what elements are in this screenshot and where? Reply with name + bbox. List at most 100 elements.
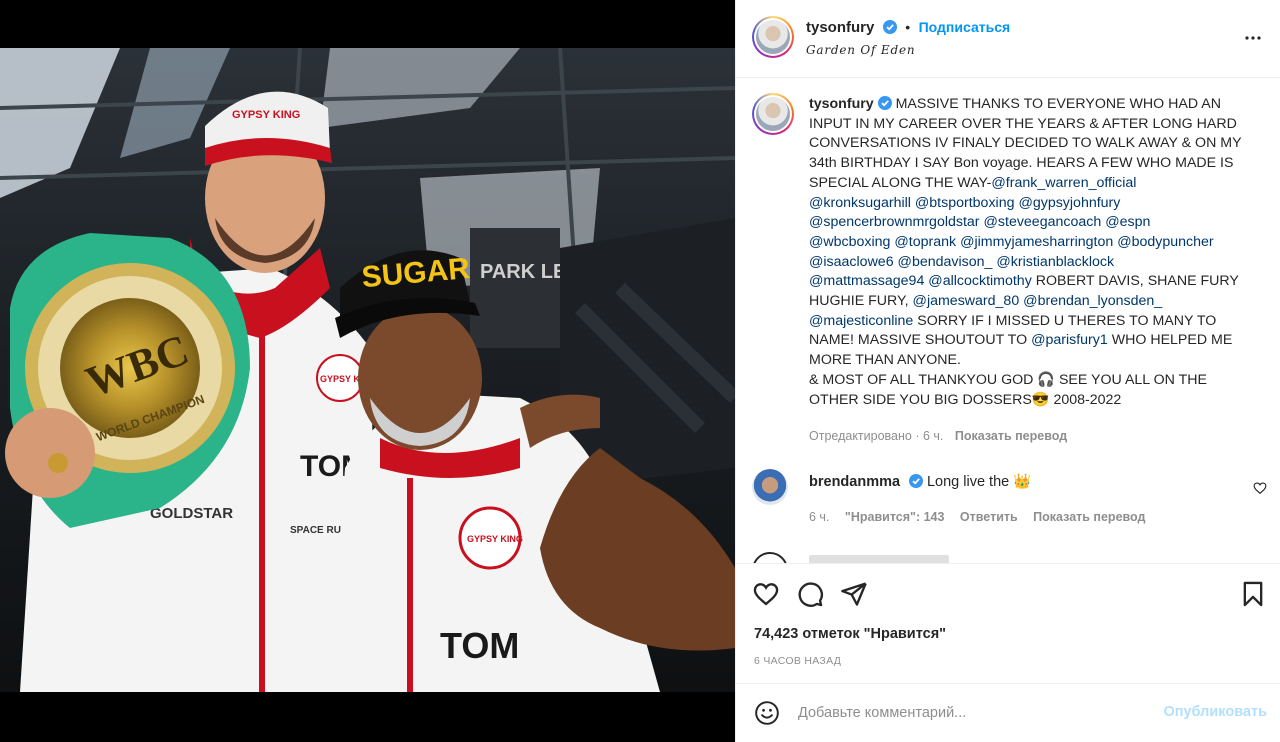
photo-sponsor-3: GOLDSTAR [150,505,233,522]
caption-mention-link[interactable]: @kristianblacklock [996,254,1114,270]
caption-line: @majesticonline SORRY IF I MISSED U THER… [809,312,1259,332]
caption-text: CONVERSATIONS IV FINALY DECIDED TO WALK … [809,135,1242,152]
caption-text: & MOST OF ALL THANKYOU GOD 🎧 SEE YOU ALL… [809,371,1207,388]
caption-text: OTHER SIDE YOU BIG DOSSERS😎 2008-2022 [809,391,1122,408]
caption-line: @spencerbrownmrgoldstar @steveegancoach … [809,213,1259,233]
more-options-button[interactable] [1241,26,1265,50]
caption-edited: Отредактировано · 6 ч. [809,429,944,443]
caption-mention-link[interactable]: @brendan_lyonsden_ [1023,293,1162,309]
comment-text: Long live the 👑 [926,474,1032,490]
send-icon [841,582,867,606]
caption-mention-link[interactable]: @wbcboxing [809,234,890,250]
like-button[interactable] [752,580,780,608]
comment-partial [809,555,949,563]
caption-mention-link[interactable]: @kronksugarhill [809,195,911,211]
add-comment-bar: Опубликовать [736,683,1280,742]
verified-badge-icon [877,96,892,110]
caption-username[interactable]: tysonfury [809,96,874,112]
caption-mention-link[interactable]: @parisfury1 [1031,332,1108,348]
caption-mention-link[interactable]: @bodypuncher [1117,234,1213,250]
caption-mention-link[interactable]: @bendavison_ [898,254,993,270]
post-actions: 74,423 отметок "Нравится" 6 ЧАСОВ НАЗАД [736,563,1280,683]
caption-mention-link[interactable]: @spencerbrownmrgoldstar [809,214,980,230]
comment-meta: 6 ч. "Нравится": 143 Ответить Показать п… [809,510,1157,524]
post-header: tysonfury • Подписаться Garden Of Eden [736,0,1280,78]
post-caption: tysonfury MASSIVE THANKS TO EVERYONE WHO… [809,95,1259,410]
caption-text: 34th BIRTHDAY I SAY Bon voyage. HEARS A … [809,155,1234,172]
likes-count[interactable]: 74,423 отметок "Нравится" [754,626,946,642]
caption-mention-link[interactable]: @gypsyjohnfury [1018,195,1120,211]
more-horizontal-icon [1245,36,1261,40]
comment-item: brendanmma Long live the 👑 [809,473,1031,491]
emoji-button[interactable] [754,700,780,726]
post-timestamp[interactable]: 6 ЧАСОВ НАЗАД [754,655,841,667]
caption-mention-link[interactable]: @majesticonline [809,313,913,329]
caption-line: HUGHIE FURY, @jamesward_80 @brendan_lyon… [809,292,1259,312]
post-sidebar: tysonfury • Подписаться Garden Of Eden t… [735,0,1280,742]
caption-line: @isaaclowe6 @bendavison_ @kristianblackl… [809,253,1259,273]
caption-line: @wbcboxing @toprank @jimmyjamesharringto… [809,233,1259,253]
caption-line: 34th BIRTHDAY I SAY Bon voyage. HEARS A … [809,154,1259,174]
follow-button[interactable]: Подписаться [919,19,1011,35]
caption-mention-link[interactable]: @allcocktimothy [928,273,1032,289]
caption-mention-link[interactable]: @toprank [894,234,956,250]
comment-like-button[interactable] [1253,481,1267,500]
comment-reply-button[interactable]: Ответить [960,510,1018,524]
comments-scroll-area[interactable]: tysonfury MASSIVE THANKS TO EVERYONE WHO… [736,79,1280,563]
caption-line: MORE THAN ANYONE. [809,351,1259,371]
heart-icon [753,583,779,606]
publish-button[interactable]: Опубликовать [1163,704,1267,720]
caption-mention-link[interactable]: @frank_warren_official [991,175,1136,191]
comment-avatar-partial[interactable] [752,552,788,563]
caption-meta: Отредактировано · 6 ч. Показать перевод [809,429,1067,443]
caption-translate-button[interactable]: Показать перевод [955,429,1067,443]
comment-avatar[interactable] [752,469,788,505]
caption-line: & MOST OF ALL THANKYOU GOD 🎧 SEE YOU ALL… [809,371,1259,391]
author-avatar[interactable] [752,16,794,58]
caption-line: INPUT IN MY CAREER OVER THE YEARS & AFTE… [809,115,1259,135]
caption-text: WHO HELPED ME [1107,332,1233,349]
caption-text: NAME! MASSIVE SHOUTOUT TO [809,332,1032,349]
comment-icon [798,582,823,607]
comment-likes[interactable]: "Нравится": 143 [845,510,945,524]
caption-mention-link[interactable]: @espn [1105,214,1150,230]
caption-text: MORE THAN ANYONE. [809,352,961,369]
caption-line: CONVERSATIONS IV FINALY DECIDED TO WALK … [809,134,1259,154]
post-location[interactable]: Garden Of Eden [806,43,915,57]
caption-line: SPECIAL ALONG THE WAY-@frank_warren_offi… [809,174,1259,194]
heart-small-icon [1253,482,1267,495]
share-button[interactable] [840,580,868,608]
caption-text: ROBERT DAVIS, SHANE FURY [1031,273,1239,290]
save-button[interactable] [1239,580,1267,608]
post-photo[interactable]: PARK LEY GYPSY KING GYPSY KING TOM GOLDS… [0,48,735,692]
caption-text: SORRY IF I MISSED U THERES TO MANY TO [913,312,1217,329]
post-media: PARK LEY GYPSY KING GYPSY KING TOM GOLDS… [0,0,735,742]
comment-button[interactable] [796,580,824,608]
caption-text: SPECIAL ALONG THE WAY- [809,174,992,191]
caption-line: tysonfury MASSIVE THANKS TO EVERYONE WHO… [809,95,1259,115]
caption-mention-link[interactable]: @jimmyjamesharrington [960,234,1113,250]
author-line: tysonfury • Подписаться [806,19,1010,37]
caption-mention-link[interactable]: @isaaclowe6 [809,254,894,270]
emoji-icon [755,701,779,725]
caption-mention-link[interactable]: @steveegancoach [984,214,1102,230]
photo-cap-left-text: GYPSY KING [232,109,300,121]
bookmark-icon [1243,581,1263,607]
caption-mention-link[interactable]: @mattmassage94 [809,273,924,289]
caption-text: MASSIVE THANKS TO EVERYONE WHO HAD AN [895,96,1221,112]
caption-avatar[interactable] [752,93,794,135]
author-username[interactable]: tysonfury [806,19,874,36]
caption-mention-link[interactable]: @btsportboxing [915,195,1015,211]
caption-mention-link[interactable]: @jamesward_80 [913,293,1020,309]
comment-input[interactable] [798,702,1158,724]
caption-line: @kronksugarhill @btsportboxing @gypsyjoh… [809,194,1259,214]
comment-username[interactable]: brendanmma [809,474,900,490]
caption-line: NAME! MASSIVE SHOUTOUT TO @parisfury1 WH… [809,331,1259,351]
comment-time: 6 ч. [809,510,830,524]
verified-badge-icon [882,20,897,34]
caption-line: @mattmassage94 @allcocktimothy ROBERT DA… [809,272,1259,292]
caption-text: HUGHIE FURY, [809,293,913,310]
separator-dot: • [905,19,911,35]
comment-translate-button[interactable]: Показать перевод [1033,510,1145,524]
caption-text: INPUT IN MY CAREER OVER THE YEARS & AFTE… [809,115,1237,132]
